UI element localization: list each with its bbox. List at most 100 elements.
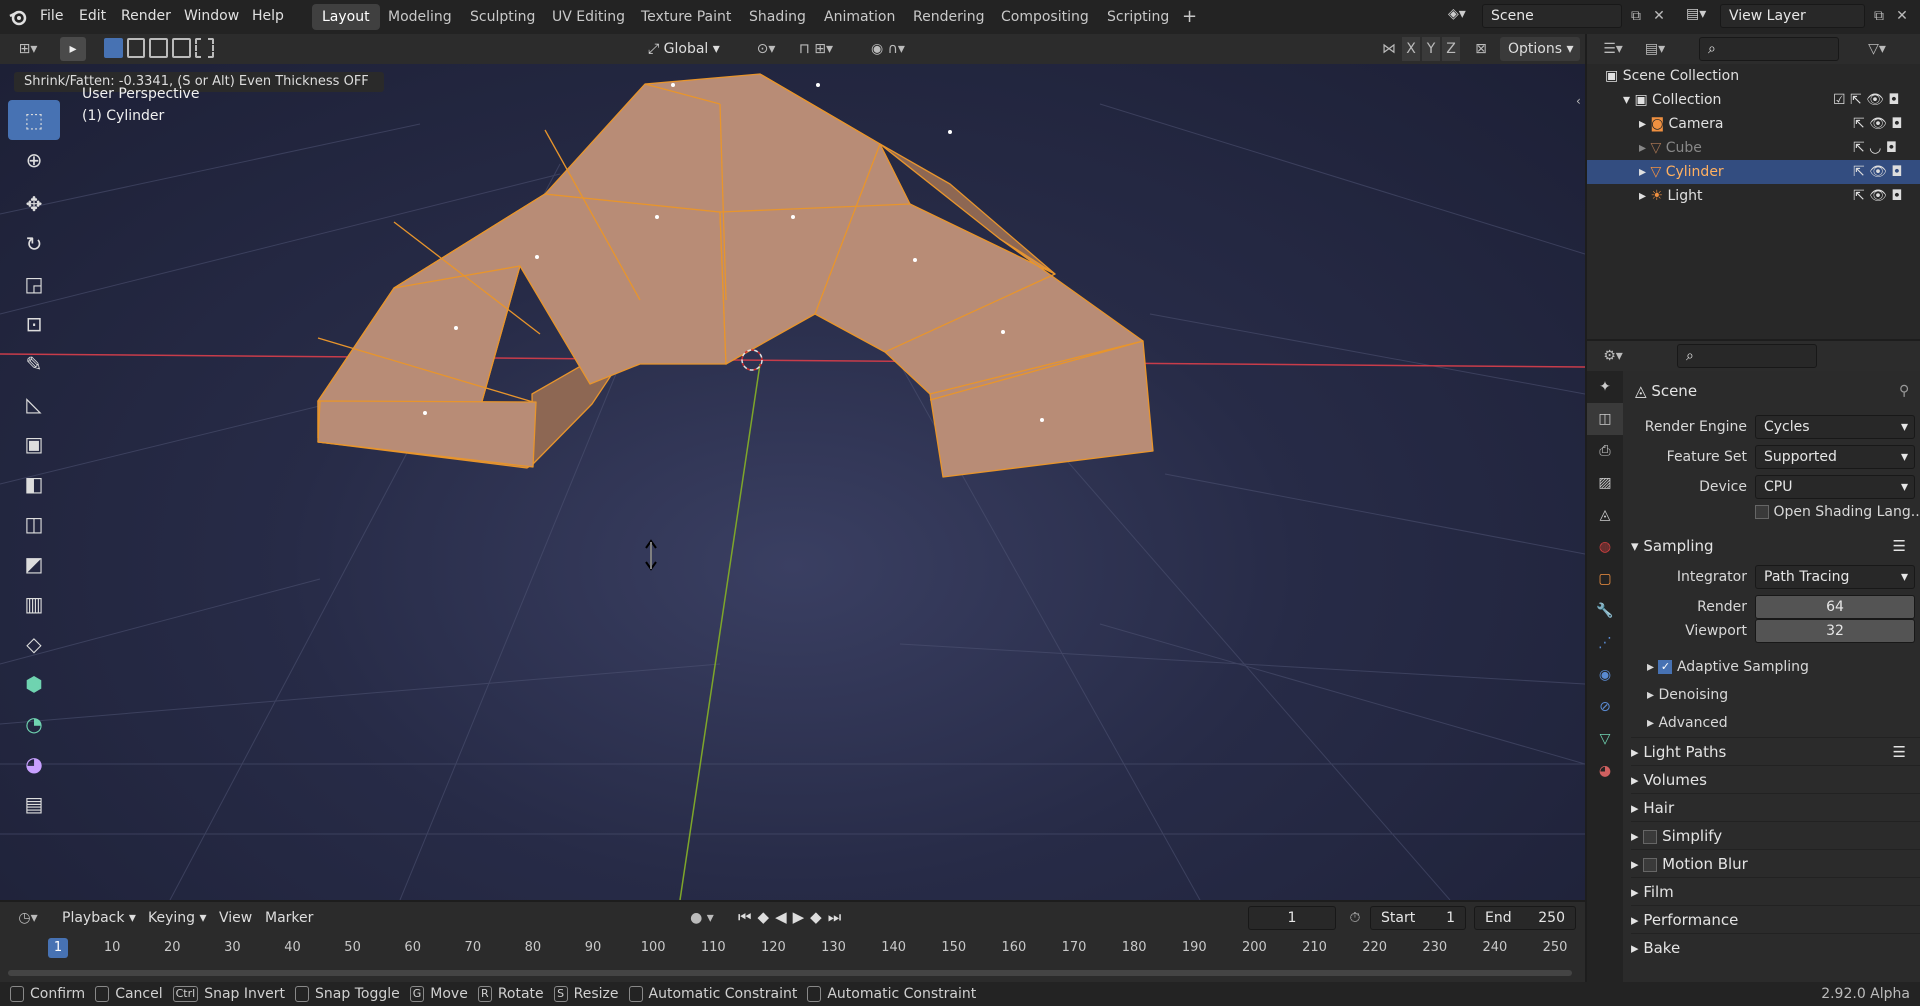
simplify-panel[interactable]: ▸ Simplify (1631, 821, 1920, 849)
mirror-y-toggle[interactable]: Y (1422, 37, 1440, 61)
select-mode-icon[interactable]: ▸ (60, 37, 86, 61)
particles-tab-icon[interactable]: ⋰ (1587, 627, 1623, 659)
tab-sculpting[interactable]: Sculpting (460, 4, 545, 30)
pin-icon[interactable]: ⚲ (1899, 383, 1909, 399)
physics-tab-icon[interactable]: ◉ (1587, 659, 1623, 691)
object-tab-icon[interactable]: ▢ (1587, 563, 1623, 595)
tab-layout[interactable]: Layout (312, 4, 380, 30)
proportional-editing-icon[interactable]: ◉ ∩▾ (860, 37, 916, 61)
play-icon[interactable]: ▶ (793, 908, 805, 926)
display-mode-icon[interactable]: ▤▾ (1637, 37, 1673, 61)
scene-collection-row[interactable]: ▣ Scene Collection (1605, 64, 1739, 88)
light-visibility-icons[interactable]: ⇱ 👁 ◘ (1853, 184, 1902, 208)
start-frame-field[interactable]: Start 1 (1370, 906, 1466, 930)
options-dropdown[interactable]: Options ▾ (1500, 37, 1580, 61)
simplify-checkbox-icon[interactable] (1643, 829, 1658, 844)
jump-end-icon[interactable]: ⏭ (828, 908, 842, 926)
cylinder-mesh[interactable] (317, 73, 1154, 478)
tab-compositing[interactable]: Compositing (991, 4, 1099, 30)
sidebar-toggle-icon[interactable]: ‹ (1576, 94, 1581, 108)
current-frame-field[interactable]: 1 (1248, 906, 1336, 930)
menu-file[interactable]: File (40, 0, 63, 32)
3d-viewport[interactable]: Shrink/Fatten: -0.3341, (S or Alt) Even … (0, 64, 1585, 900)
constraints-tab-icon[interactable]: ⊘ (1587, 691, 1623, 723)
filter-icon[interactable]: ▽▾ (1857, 37, 1897, 61)
new-view-layer-icon[interactable]: ⧉ (1868, 4, 1890, 28)
select-intersect-icon[interactable] (195, 38, 215, 58)
viewport-samples-field[interactable]: 32 (1755, 619, 1915, 643)
collection-checkbox-icon[interactable]: ☑ ⇱ 👁 ◘ (1833, 88, 1899, 112)
select-invert-icon[interactable] (172, 38, 192, 58)
bake-panel[interactable]: ▸ Bake (1631, 933, 1920, 961)
menu-render[interactable]: Render (121, 0, 171, 32)
annotate-tool-icon[interactable]: ✎ (8, 344, 60, 384)
outliner-item-camera[interactable]: ▸ ◙ Camera ⇱ 👁 ◘ (1587, 112, 1920, 136)
transform-tool-icon[interactable]: ⊡ (8, 304, 60, 344)
feature-set-dropdown[interactable]: Supported ▾ (1755, 445, 1915, 469)
record-icon[interactable]: ● ▾ (682, 906, 722, 930)
tab-modeling[interactable]: Modeling (378, 4, 462, 30)
spin-tool-icon[interactable]: ◔ (8, 704, 60, 744)
playback-menu[interactable]: Playback ▾ (62, 906, 136, 930)
view-layer-selector[interactable]: View Layer (1720, 4, 1865, 28)
motion-blur-checkbox-icon[interactable] (1643, 857, 1658, 872)
mirror-icon[interactable]: ⋈ (1378, 37, 1400, 61)
presets-icon[interactable]: ☰ (1893, 532, 1920, 560)
denoising-panel[interactable]: ▸ Denoising (1647, 682, 1728, 708)
play-reverse-icon[interactable]: ◀ (775, 908, 787, 926)
marker-menu[interactable]: Marker (265, 906, 313, 930)
editor-type-icon[interactable]: ⊞▾ (8, 37, 48, 61)
mirror-z-toggle[interactable]: Z (1442, 37, 1460, 61)
poly-build-tool-icon[interactable]: ⬢ (8, 664, 60, 704)
next-keyframe-icon[interactable]: ◆ (810, 908, 822, 926)
render-tab-icon[interactable]: ◫ (1587, 403, 1623, 435)
menu-edit[interactable]: Edit (79, 0, 106, 32)
view-layer-tab-icon[interactable]: ▨ (1587, 467, 1623, 499)
rotate-tool-icon[interactable]: ↻ (8, 224, 60, 264)
outliner-item-cylinder[interactable]: ▸ ▽ Cylinder ⇱ 👁 ◘ (1587, 160, 1920, 184)
timeline-scrollbar[interactable] (8, 970, 1572, 976)
prev-keyframe-icon[interactable]: ◆ (758, 908, 770, 926)
stopwatch-icon[interactable]: ⏱ (1344, 906, 1366, 930)
add-cube-tool-icon[interactable]: ▣ (8, 424, 60, 464)
menu-window[interactable]: Window (184, 0, 239, 32)
performance-panel[interactable]: ▸ Performance (1631, 905, 1920, 933)
outliner-item-light[interactable]: ▸ ☀ Light ⇱ 👁 ◘ (1587, 184, 1920, 208)
timeline-editor-icon[interactable]: ◷▾ (10, 906, 46, 930)
presets-icon[interactable]: ☰ (1893, 738, 1920, 766)
hair-panel[interactable]: ▸ Hair (1631, 793, 1920, 821)
snap-icon[interactable]: ⊓ ⊞▾ (788, 37, 844, 61)
inset-tool-icon[interactable]: ◫ (8, 504, 60, 544)
keying-menu[interactable]: Keying ▾ (148, 906, 207, 930)
device-dropdown[interactable]: CPU ▾ (1755, 475, 1915, 499)
data-tab-icon[interactable]: ▽ (1587, 723, 1623, 755)
new-scene-icon[interactable]: ⧉ (1625, 4, 1647, 28)
tab-uv-editing[interactable]: UV Editing (542, 4, 635, 30)
jump-start-icon[interactable]: ⏮ (738, 908, 752, 926)
add-workspace-button[interactable]: + (1172, 4, 1207, 30)
move-tool-icon[interactable]: ✥ (8, 184, 60, 224)
tab-texture-paint[interactable]: Texture Paint (631, 4, 741, 30)
auto-merge-icon[interactable]: ⊠ (1470, 37, 1492, 61)
osl-checkbox[interactable]: Open Shading Lang... (1755, 499, 1920, 525)
outliner-editor-icon[interactable]: ☰▾ (1595, 37, 1631, 61)
adaptive-sampling-panel[interactable]: ▸ ✓ Adaptive Sampling (1647, 654, 1809, 680)
sampling-panel-header[interactable]: ▾ Sampling ☰ (1631, 532, 1920, 560)
scene-icon[interactable]: ◈▾ (1448, 6, 1478, 28)
light-paths-panel[interactable]: ▸ Light Paths ☰ (1631, 737, 1920, 765)
close-view-layer-icon[interactable]: ✕ (1893, 4, 1911, 28)
extrude-tool-icon[interactable]: ◧ (8, 464, 60, 504)
tab-shading[interactable]: Shading (739, 4, 816, 30)
mirror-x-toggle[interactable]: X (1402, 37, 1420, 61)
tab-scripting[interactable]: Scripting (1097, 4, 1179, 30)
outliner-item-cube[interactable]: ▸ ▽ Cube ⇱ ◡ ◘ (1587, 136, 1920, 160)
motion-blur-panel[interactable]: ▸ Motion Blur (1631, 849, 1920, 877)
edge-slide-tool-icon[interactable]: ▤ (8, 784, 60, 824)
tab-animation[interactable]: Animation (814, 4, 905, 30)
select-box-tool-icon[interactable]: ⬚ (8, 100, 60, 140)
outliner-search-input[interactable]: ⌕ (1699, 37, 1839, 61)
tab-rendering[interactable]: Rendering (903, 4, 995, 30)
camera-visibility-icons[interactable]: ⇱ 👁 ◘ (1853, 112, 1902, 136)
close-scene-icon[interactable]: ✕ (1650, 4, 1668, 28)
blender-logo-icon[interactable] (8, 7, 28, 27)
